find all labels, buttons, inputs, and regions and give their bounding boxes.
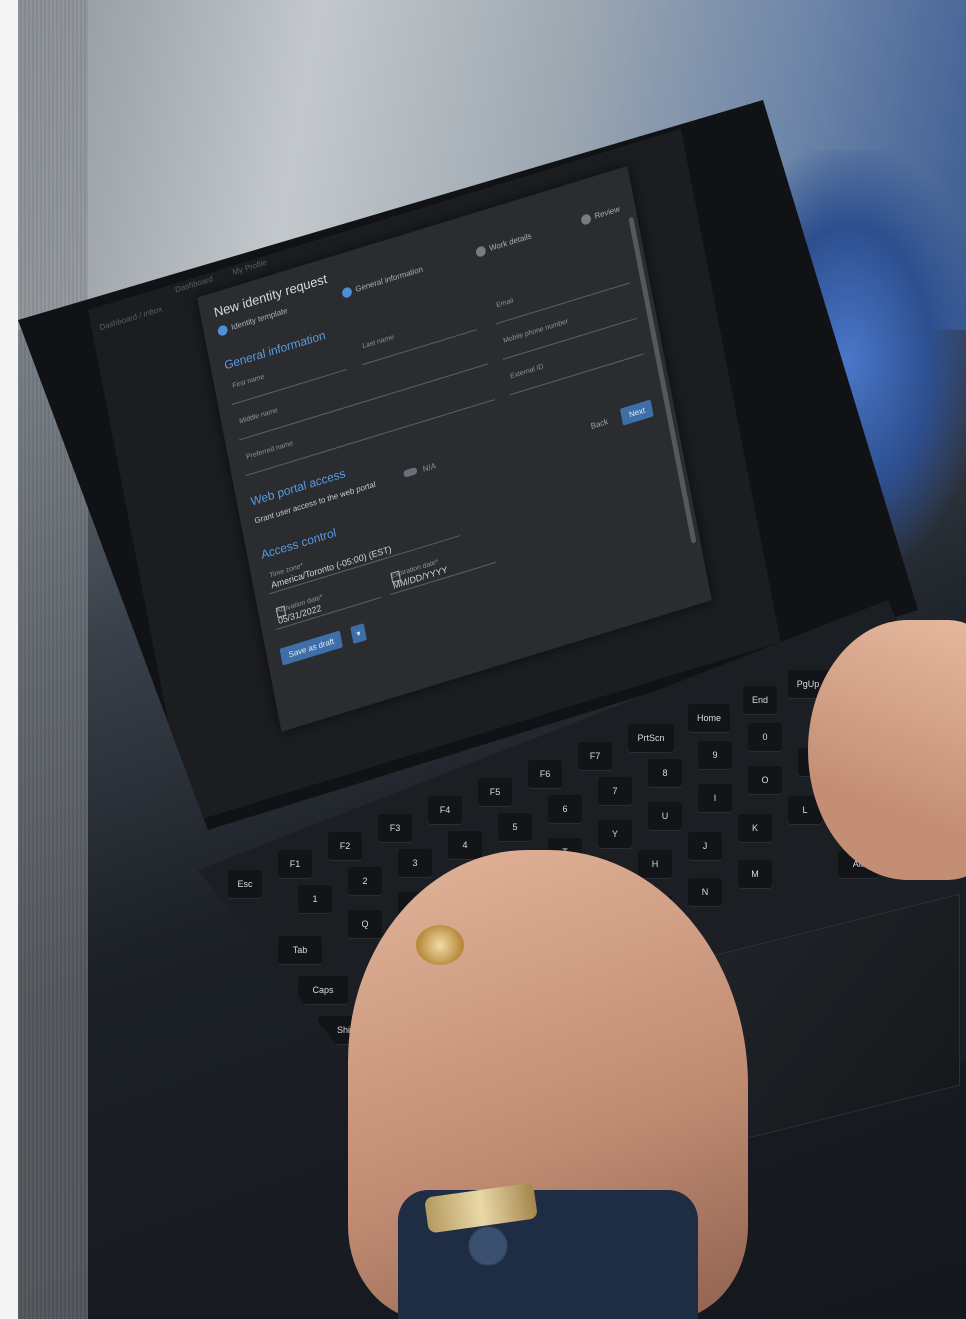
next-button[interactable]: Next (619, 399, 655, 426)
key-o[interactable]: O (748, 766, 782, 794)
key-5[interactable]: 5 (498, 813, 532, 841)
key-end[interactable]: End (743, 686, 777, 714)
key-3[interactable]: 3 (398, 849, 432, 877)
key-caps[interactable]: Caps (298, 976, 348, 1004)
key-4[interactable]: 4 (448, 831, 482, 859)
field-label: Preferred name (245, 439, 294, 462)
na-label: N/A (422, 461, 437, 474)
nav-my-profile[interactable]: My Profile (232, 258, 268, 277)
key-f2[interactable]: F2 (328, 832, 362, 860)
key-q[interactable]: Q (348, 910, 382, 938)
key-f1[interactable]: F1 (278, 850, 312, 878)
dialog-scrollbar[interactable] (628, 216, 697, 544)
toggle-icon[interactable] (402, 466, 418, 478)
key-0[interactable]: 0 (748, 723, 782, 751)
key-i[interactable]: I (698, 784, 732, 812)
step-label: Review (593, 204, 621, 221)
key-j[interactable]: J (688, 832, 722, 860)
field-label: First name (231, 373, 265, 391)
fabric-panel (18, 0, 88, 1319)
key-prtscn[interactable]: PrtScn (628, 724, 674, 752)
new-identity-dialog: New identity request Identity template G… (197, 166, 712, 732)
key-k[interactable]: K (738, 814, 772, 842)
key-m[interactable]: M (738, 860, 772, 888)
save-options-dropdown[interactable]: ▾ (350, 623, 367, 644)
step-number-icon (475, 245, 487, 258)
step-label: Work details (488, 231, 533, 254)
key-h[interactable]: H (638, 850, 672, 878)
step-number-icon (341, 286, 353, 299)
key-1[interactable]: 1 (298, 885, 332, 913)
key-u[interactable]: U (648, 802, 682, 830)
step-number-icon (580, 213, 592, 226)
field-label: Last name (361, 333, 395, 351)
key-y[interactable]: Y (598, 820, 632, 848)
laptop-photo: Dashboard / Inbox Dashboard My Profile N… (18, 0, 966, 1319)
step-general-information[interactable]: General information (341, 264, 424, 299)
key-esc[interactable]: Esc (228, 870, 262, 898)
key-9[interactable]: 9 (698, 741, 732, 769)
field-label: External ID (509, 363, 545, 381)
key-f4[interactable]: F4 (428, 796, 462, 824)
key-home[interactable]: Home (688, 704, 730, 732)
key-f6[interactable]: F6 (528, 760, 562, 788)
field-label: Mobile phone number (502, 318, 569, 345)
key-2[interactable]: 2 (348, 867, 382, 895)
save-as-draft-button[interactable]: Save as draft (279, 630, 344, 666)
field-label: Middle name (238, 406, 279, 426)
step-work-details[interactable]: Work details (475, 231, 532, 258)
key-6[interactable]: 6 (548, 795, 582, 823)
check-icon (216, 324, 229, 337)
key-tab[interactable]: Tab (278, 936, 322, 964)
breadcrumb: Dashboard / Inbox (98, 304, 163, 333)
ring (416, 925, 464, 965)
key-f5[interactable]: F5 (478, 778, 512, 806)
field-label: Email (495, 297, 514, 310)
key-n[interactable]: N (688, 878, 722, 906)
key-7[interactable]: 7 (598, 777, 632, 805)
key-8[interactable]: 8 (648, 759, 682, 787)
nav-dashboard[interactable]: Dashboard (174, 274, 213, 294)
step-review[interactable]: Review (580, 204, 621, 226)
key-f3[interactable]: F3 (378, 814, 412, 842)
key-f7[interactable]: F7 (578, 742, 612, 770)
step-label: General information (354, 264, 424, 294)
back-button[interactable]: Back (582, 411, 618, 438)
